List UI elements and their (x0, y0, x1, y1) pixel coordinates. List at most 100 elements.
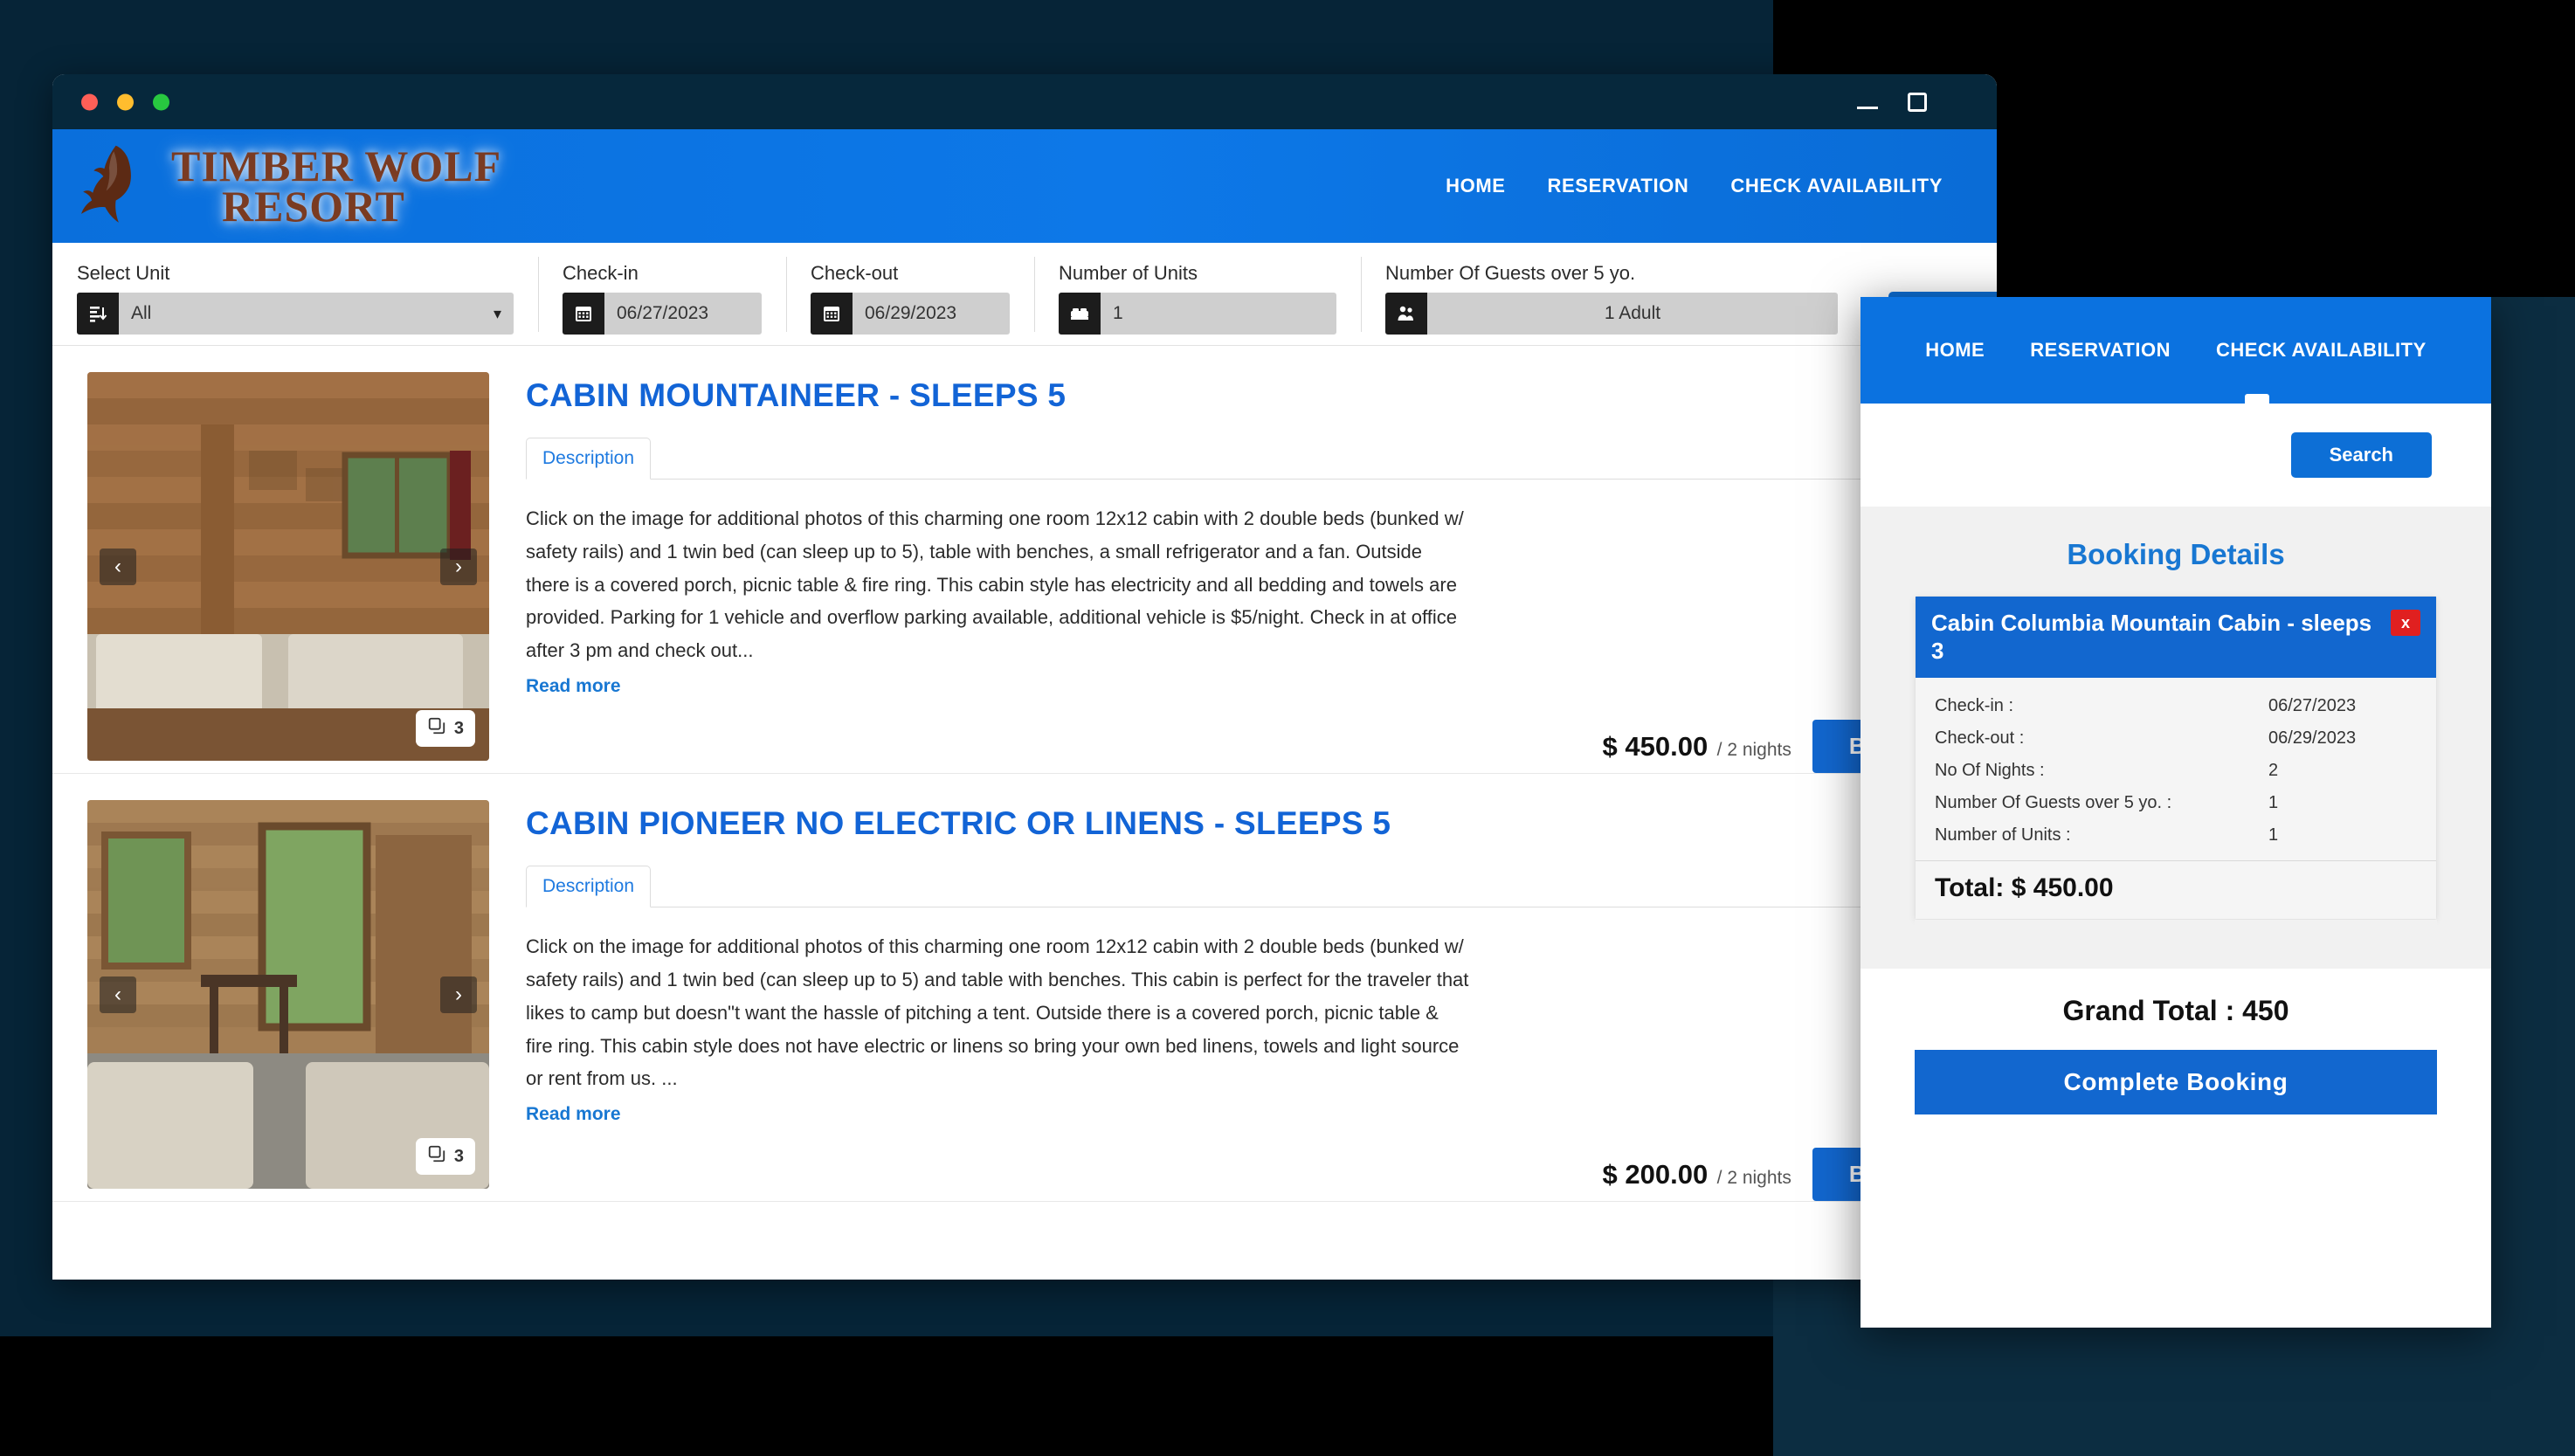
filter-number-of-guests: Number Of Guests over 5 yo. 1 Adult (1361, 257, 1862, 335)
booking-row: Check-in : 06/27/2023 (1935, 690, 2417, 722)
booking-row-label: Check-in : (1935, 696, 2014, 716)
guests-control[interactable]: 1 Adult (1385, 293, 1838, 335)
booking-row-value: 1 (2268, 793, 2279, 813)
nav-item-reservation[interactable]: RESERVATION (1548, 175, 1689, 197)
checkin-label: Check-in (563, 262, 639, 284)
filter-select-unit: Select Unit All ▾ (52, 262, 538, 335)
price-block: $ 200.00 / 2 nights (1603, 1159, 1791, 1190)
units-label: Number of Units (1059, 262, 1198, 284)
zoom-dot-icon[interactable] (153, 93, 169, 110)
booking-row-label: Number Of Guests over 5 yo. : (1935, 793, 2172, 813)
booking-card-title: Cabin Columbia Mountain Cabin - sleeps 3 (1931, 610, 2372, 664)
chevron-right-icon[interactable]: › (440, 548, 477, 585)
tab-description[interactable]: Description (526, 438, 652, 480)
overlay-nav-item-home[interactable]: HOME (1925, 339, 1985, 362)
logo-line-2: RESORT (222, 182, 405, 231)
booking-card-rows: Check-in : 06/27/2023 Check-out : 06/29/… (1916, 678, 2436, 861)
booking-row-value: 06/27/2023 (2268, 696, 2357, 716)
listing-details: CABIN MOUNTAINEER - SLEEPS 5 Description… (489, 372, 1997, 774)
units-value[interactable]: 1 (1101, 293, 1336, 335)
listing-row: ‹ › 3 CABIN MOUNTAINEER - SLEEPS 5 Descr… (52, 346, 1997, 775)
nav-item-home[interactable]: HOME (1446, 175, 1505, 197)
nav-active-indicator (2245, 394, 2269, 404)
select-unit-label: Select Unit (77, 262, 170, 284)
site-header: TIMBER WOLF RESORT HOME RESERVATION CHEC… (52, 129, 1997, 243)
logo-line-1: TIMBER WOLF (171, 141, 502, 190)
screenshot-stage: TIMBER WOLF RESORT HOME RESERVATION CHEC… (0, 0, 2575, 1456)
listing-price-row: $ 200.00 / 2 nights Book Now (526, 1148, 1997, 1202)
calendar-icon (811, 293, 853, 335)
read-more-link[interactable]: Read more (526, 1104, 621, 1125)
window-titlebar (52, 74, 1997, 129)
listing-price-row: $ 450.00 / 2 nights Book Now (526, 720, 1997, 774)
chevron-left-icon[interactable]: ‹ (100, 548, 136, 585)
bed-icon (1059, 293, 1101, 335)
read-more-link[interactable]: Read more (526, 676, 621, 697)
photo-count-badge[interactable]: 3 (415, 710, 475, 747)
close-icon[interactable]: x (2391, 610, 2420, 636)
select-unit-value-wrap[interactable]: All ▾ (119, 293, 514, 335)
spacer (1915, 920, 2437, 970)
listing-tabs: Description (526, 865, 1997, 908)
select-unit-value: All (131, 303, 152, 323)
listing-image[interactable]: ‹ › 3 (87, 800, 489, 1190)
booking-row: Check-out : 06/29/2023 (1935, 722, 2417, 755)
minimize-icon[interactable] (1857, 107, 1878, 109)
booking-row: Number Of Guests over 5 yo. : 1 (1935, 787, 2417, 819)
listing-price-period: / 2 nights (1716, 1167, 1791, 1188)
price-block: $ 450.00 / 2 nights (1603, 731, 1791, 763)
nav-item-check-availability[interactable]: CHECK AVAILABILITY (1730, 175, 1943, 197)
booking-row-label: Check-out : (1935, 728, 2025, 749)
window-controls (1857, 92, 1927, 112)
maximize-icon[interactable] (1908, 92, 1927, 112)
checkin-value[interactable]: 06/27/2023 (604, 293, 762, 335)
overlay-search-bar: Search (1860, 404, 2491, 507)
listing-image[interactable]: ‹ › 3 (87, 372, 489, 761)
checkout-label: Check-out (811, 262, 899, 284)
guests-value[interactable]: 1 Adult (1427, 293, 1838, 335)
backdrop-bottom (0, 1336, 1773, 1456)
listing-row: ‹ › 3 CABIN PIONEER NO ELECTRIC OR LINEN… (52, 774, 1997, 1203)
cabin-photo-interior (87, 372, 489, 761)
grand-total: Grand Total : 450 (1860, 969, 2491, 1051)
complete-booking-button[interactable]: Complete Booking (1915, 1050, 2437, 1115)
chevron-left-icon[interactable]: ‹ (100, 976, 136, 1013)
close-dot-icon[interactable] (81, 93, 98, 110)
minimize-dot-icon[interactable] (117, 93, 134, 110)
filter-checkin: Check-in 06/27/2023 (538, 257, 786, 335)
booking-card-header: Cabin Columbia Mountain Cabin - sleeps 3… (1916, 597, 2436, 679)
checkout-value[interactable]: 06/29/2023 (853, 293, 1010, 335)
photo-count-badge[interactable]: 3 (415, 1138, 475, 1176)
booking-details-title: Booking Details (2067, 538, 2285, 570)
listing-description: Click on the image for additional photos… (526, 507, 1464, 662)
select-unit-control[interactable]: All ▾ (77, 293, 514, 335)
chevron-down-icon: ▾ (493, 304, 501, 322)
listing-price: $ 450.00 (1602, 730, 1709, 762)
booking-total: Total: $ 450.00 (1916, 860, 2436, 920)
checkout-control[interactable]: 06/29/2023 (811, 293, 1010, 335)
booking-row-label: No Of Nights : (1935, 761, 2045, 781)
overlay-search-button[interactable]: Search (2290, 432, 2432, 478)
overlay-nav-item-check-availability[interactable]: CHECK AVAILABILITY (2216, 339, 2427, 362)
main-nav: HOME RESERVATION CHECK AVAILABILITY (1446, 175, 1943, 197)
overlay-nav-item-reservation[interactable]: RESERVATION (2030, 339, 2171, 362)
browser-window: TIMBER WOLF RESORT HOME RESERVATION CHEC… (52, 74, 1997, 1280)
checkin-control[interactable]: 06/27/2023 (563, 293, 762, 335)
booking-row-label: Number of Units : (1935, 825, 2071, 845)
wolf-icon (72, 138, 168, 234)
booking-row: Number of Units : 1 (1935, 819, 2417, 852)
booking-row-value: 06/29/2023 (2268, 728, 2357, 749)
tab-description[interactable]: Description (526, 866, 652, 908)
guests-label: Number Of Guests over 5 yo. (1385, 262, 1636, 284)
complete-booking-wrap: Complete Booking (1860, 1050, 2491, 1115)
overlay-nav: HOME RESERVATION CHECK AVAILABILITY (1860, 297, 2491, 404)
booking-row-value: 2 (2268, 761, 2279, 781)
photo-stack-icon (427, 1144, 446, 1169)
chevron-right-icon[interactable]: › (440, 976, 477, 1013)
site-logo[interactable]: TIMBER WOLF RESORT (72, 138, 501, 234)
list-sort-icon (77, 293, 119, 335)
filter-number-of-units: Number of Units 1 (1034, 257, 1361, 335)
people-icon (1385, 293, 1427, 335)
listing-title: CABIN MOUNTAINEER - SLEEPS 5 (526, 377, 1067, 413)
units-control[interactable]: 1 (1059, 293, 1336, 335)
